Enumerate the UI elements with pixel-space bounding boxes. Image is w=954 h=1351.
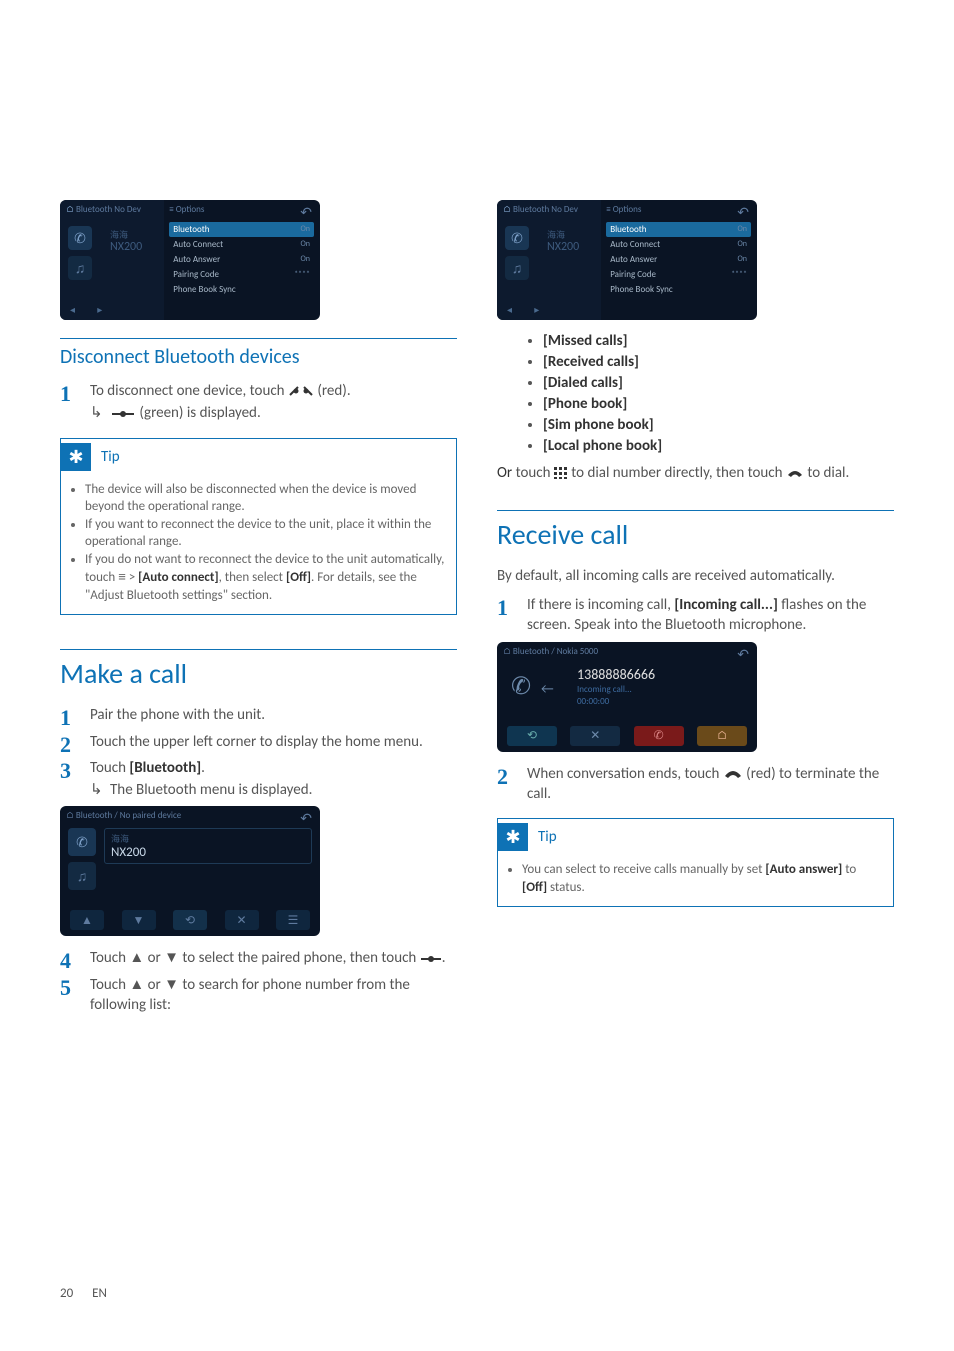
disconnect-step-1: To disconnect one device, touch (red). (… bbox=[60, 381, 457, 424]
fig-breadcrumb: ⌂ Bluetooth No Dev bbox=[503, 204, 578, 215]
device-label: NX200 bbox=[110, 240, 142, 254]
btn-up: ▲ bbox=[70, 910, 104, 930]
tip-star-icon: ✱ bbox=[498, 823, 528, 851]
btn-home: ⌂ bbox=[697, 726, 747, 746]
btn-close: ✕ bbox=[225, 910, 259, 930]
makecall-step-3: Touch [Bluetooth]. The Bluetooth menu is… bbox=[60, 758, 457, 801]
opt-pbsync: Phone Book Sync bbox=[169, 282, 314, 297]
music-icon: ♫ bbox=[505, 256, 529, 280]
back-icon: ↶ bbox=[737, 204, 749, 221]
home-icon: ⌂ bbox=[503, 204, 511, 215]
receive-step-1: If there is incoming call, [Incoming cal… bbox=[497, 595, 894, 636]
fig3-breadcrumb: ⌂ Bluetooth / Nokia 5000 bbox=[503, 646, 598, 657]
green-link-icon bbox=[110, 408, 136, 420]
incoming-label: Incoming call... bbox=[577, 684, 632, 695]
bottom-toolbar: ▲ ▼ ⟲ ✕ ☰ bbox=[70, 910, 310, 930]
makecall-step-1: Pair the phone with the unit. bbox=[60, 705, 457, 725]
opt-pairingcode: Pairing Code**** bbox=[606, 267, 751, 282]
heading-make-call: Make a call bbox=[60, 656, 457, 691]
down-icon: ▼ bbox=[164, 976, 179, 993]
back-icon: ↶ bbox=[737, 646, 749, 663]
options-header: ≡ Options bbox=[606, 204, 641, 215]
phone-icon: ✆ bbox=[68, 828, 96, 856]
receive-step-2: When conversation ends, touch (red) to t… bbox=[497, 764, 894, 805]
tip-star-icon: ✱ bbox=[61, 443, 91, 471]
hangup-icon bbox=[723, 768, 743, 780]
up-icon: ▲ bbox=[129, 949, 144, 966]
home-icon: ⌂ bbox=[66, 204, 74, 215]
opt-bluetooth: BluetoothOn bbox=[169, 222, 314, 237]
menu-icon: ≡ bbox=[118, 569, 126, 584]
tip-item-3: If you do not want to reconnect the devi… bbox=[85, 551, 446, 605]
list-simbook: [Sim phone book] bbox=[543, 416, 894, 434]
page-lang: EN bbox=[92, 1286, 107, 1301]
screenshot-incoming-call: ⌂ Bluetooth / Nokia 5000 ↶ ✆ ← 138888866… bbox=[497, 642, 757, 752]
red-disconnect-icon bbox=[288, 385, 314, 397]
call-toolbar: ⟲ ✕ ✆ ⌂ bbox=[507, 726, 747, 746]
btn-menu: ☰ bbox=[276, 910, 310, 930]
phone-icon: ✆ bbox=[505, 226, 529, 250]
heading-disconnect: Disconnect Bluetooth devices bbox=[60, 345, 457, 369]
keypad-icon bbox=[554, 467, 568, 479]
opt-autoanswer: Auto AnswerOn bbox=[169, 252, 314, 267]
page-number: 20 bbox=[60, 1286, 73, 1301]
tip-box-disconnect: ✱ Tip The device will also be disconnect… bbox=[60, 438, 457, 616]
down-icon: ▼ bbox=[164, 949, 179, 966]
receive-intro: By default, all incoming calls are recei… bbox=[497, 566, 894, 587]
makecall-step-5: Touch ▲ or ▼ to search for phone number … bbox=[60, 975, 457, 1016]
opt-pairingcode: Pairing Code**** bbox=[169, 267, 314, 282]
nav-arrows: ◂ ▸ bbox=[70, 303, 112, 316]
fig2-breadcrumb: ⌂ Bluetooth / No paired device bbox=[66, 810, 181, 821]
dial-phone-icon bbox=[786, 467, 804, 479]
phone-icon: ✆ bbox=[68, 226, 92, 250]
heading-receive: Receive call bbox=[497, 517, 894, 552]
list-dialed: [Dialed calls] bbox=[543, 374, 894, 392]
phone-icon: ✆ bbox=[511, 672, 531, 701]
tip-item-2: If you want to reconnect the device to t… bbox=[85, 516, 446, 551]
btn-refresh: ⟲ bbox=[507, 726, 557, 746]
list-missed: [Missed calls] bbox=[543, 332, 894, 350]
nav-arrows: ◂ ▸ bbox=[507, 303, 549, 316]
screenshot-bt-options: ⌂ Bluetooth No Dev ✆ ♫ 海海 NX200 ≡ Option… bbox=[60, 200, 320, 320]
btn-link: ⟲ bbox=[173, 910, 207, 930]
list-localbook: [Local phone book] bbox=[543, 437, 894, 455]
options-list: BluetoothOn Auto ConnectOn Auto AnswerOn… bbox=[169, 222, 314, 297]
tip-label: Tip bbox=[101, 448, 120, 466]
opt-autoconnect: Auto ConnectOn bbox=[606, 237, 751, 252]
tip-receive-1: You can select to receive calls manually… bbox=[522, 861, 883, 896]
btn-hangup: ✆ bbox=[634, 726, 684, 746]
or-dial-text: Or touch to dial number directly, then t… bbox=[497, 463, 894, 484]
device-label: NX200 bbox=[547, 240, 579, 254]
opt-autoconnect: Auto ConnectOn bbox=[169, 237, 314, 252]
opt-pbsync: Phone Book Sync bbox=[606, 282, 751, 297]
arrow-icon: ← bbox=[541, 680, 554, 697]
call-type-list: [Missed calls] [Received calls] [Dialed … bbox=[497, 332, 894, 455]
opt-autoanswer: Auto AnswerOn bbox=[606, 252, 751, 267]
opt-bluetooth: BluetoothOn bbox=[606, 222, 751, 237]
caller-number: 13888886666 bbox=[577, 666, 655, 683]
tip-label: Tip bbox=[538, 828, 557, 846]
options-list: BluetoothOn Auto ConnectOn Auto AnswerOn… bbox=[606, 222, 751, 297]
back-icon: ↶ bbox=[300, 810, 312, 827]
page-footer: 20 EN bbox=[60, 1286, 107, 1301]
call-time: 00:00:00 bbox=[577, 696, 609, 707]
makecall-step-2: Touch the upper left corner to display t… bbox=[60, 732, 457, 752]
makecall-step-4: Touch ▲ or ▼ to select the paired phone,… bbox=[60, 948, 457, 968]
back-icon: ↶ bbox=[300, 204, 312, 221]
btn-cancel: ✕ bbox=[570, 726, 620, 746]
list-phonebook: [Phone book] bbox=[543, 395, 894, 413]
fig-breadcrumb: ⌂ Bluetooth No Dev bbox=[66, 204, 141, 215]
tip-box-receive: ✱ Tip You can select to receive calls ma… bbox=[497, 818, 894, 907]
link-icon bbox=[420, 954, 442, 964]
up-icon: ▲ bbox=[129, 976, 144, 993]
screenshot-bt-menu: ⌂ Bluetooth / No paired device ↶ ✆ ♫ 海海 … bbox=[60, 806, 320, 936]
screenshot-bt-options-2: ⌂ Bluetooth No Dev ✆ ♫ 海海 NX200 ≡ Option… bbox=[497, 200, 757, 320]
options-header: ≡ Options bbox=[169, 204, 204, 215]
music-icon: ♫ bbox=[68, 256, 92, 280]
btn-down: ▼ bbox=[122, 910, 156, 930]
device-box: 海海 NX200 bbox=[104, 828, 312, 864]
music-icon: ♫ bbox=[68, 862, 96, 890]
tip-item-1: The device will also be disconnected whe… bbox=[85, 481, 446, 516]
list-received: [Received calls] bbox=[543, 353, 894, 371]
